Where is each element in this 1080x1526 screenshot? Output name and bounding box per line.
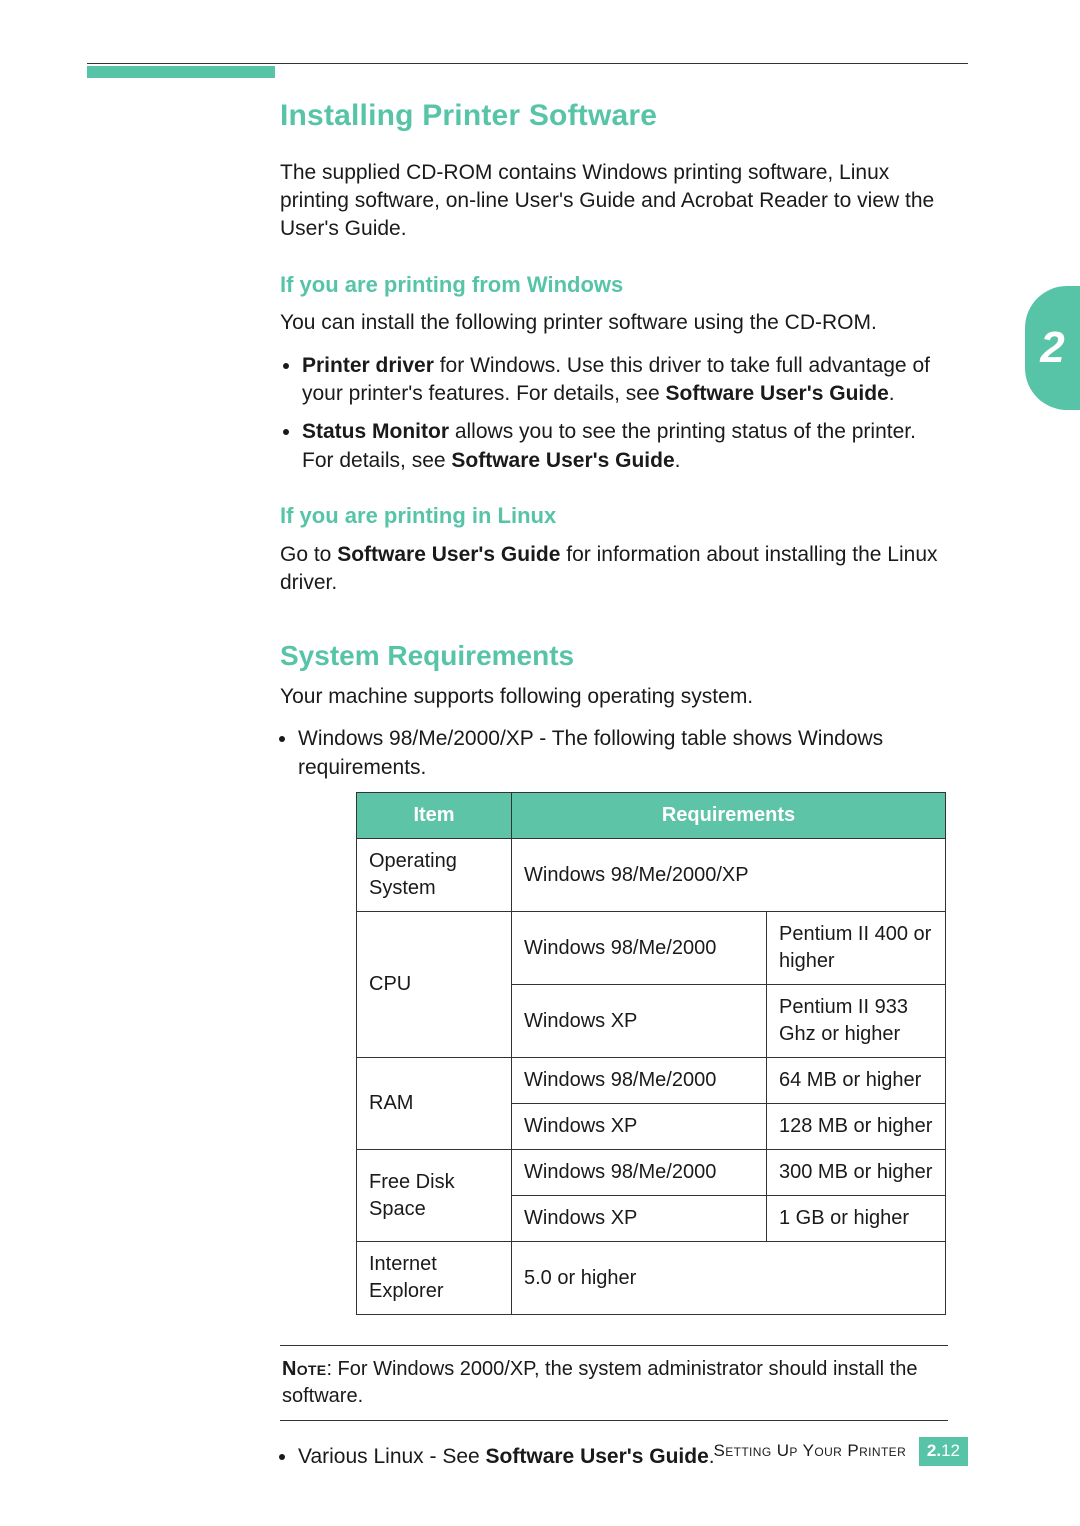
body-text: Go to (280, 543, 337, 566)
bold-text: Status Monitor (302, 420, 449, 443)
cell-item: Operating System (357, 839, 512, 912)
th-item: Item (357, 793, 512, 839)
cell-os: Windows XP (512, 985, 767, 1058)
body-text: . (889, 382, 895, 405)
cell-req: 64 MB or higher (767, 1058, 946, 1104)
windows-bullet-1: Printer driver for Windows. Use this dri… (302, 352, 948, 409)
note-label: Note (282, 1358, 326, 1380)
page-number-badge: 2.12 (919, 1437, 968, 1466)
cell-item: Free Disk Space (357, 1150, 512, 1242)
cell-req: Windows 98/Me/2000/XP (512, 839, 946, 912)
section-marker-bar (87, 66, 275, 78)
cell-req: 5.0 or higher (512, 1242, 946, 1315)
cell-os: Windows 98/Me/2000 (512, 1058, 767, 1104)
page-chapter: 2. (927, 1441, 941, 1460)
windows-subheading: If you are printing from Windows (280, 270, 948, 300)
intro-paragraph: The supplied CD-ROM contains Windows pri… (280, 159, 948, 244)
table-header-row: Item Requirements (357, 793, 946, 839)
windows-intro: You can install the following printer so… (280, 309, 948, 337)
cell-os: Windows 98/Me/2000 (512, 1150, 767, 1196)
cell-item: Internet Explorer (357, 1242, 512, 1315)
footer-section-label: Setting Up Your Printer (713, 1441, 906, 1460)
table-row: Internet Explorer 5.0 or higher (357, 1242, 946, 1315)
sysreq-bullet-list: Windows 98/Me/2000/XP - The following ta… (276, 725, 948, 782)
cell-req: Pentium II 933 Ghz or higher (767, 985, 946, 1058)
windows-bullet-2: Status Monitor allows you to see the pri… (302, 418, 948, 475)
chapter-number: 2 (1040, 318, 1064, 377)
bold-text: Software User's Guide (337, 543, 560, 566)
table-row: RAM Windows 98/Me/2000 64 MB or higher (357, 1058, 946, 1104)
cell-req: Pentium II 400 or higher (767, 912, 946, 985)
cell-os: Windows XP (512, 1196, 767, 1242)
section-title: Installing Printer Software (280, 96, 948, 137)
table-row: CPU Windows 98/Me/2000 Pentium II 400 or… (357, 912, 946, 985)
sysreq-heading: System Requirements (280, 637, 948, 675)
note-text: : For Windows 2000/XP, the system admini… (282, 1358, 917, 1407)
table-row: Operating System Windows 98/Me/2000/XP (357, 839, 946, 912)
linux-subheading: If you are printing in Linux (280, 501, 948, 531)
page-number: 12 (941, 1441, 960, 1460)
bold-text: Software User's Guide (451, 449, 674, 472)
page-content: Installing Printer Software The supplied… (280, 96, 948, 1481)
cell-item: RAM (357, 1058, 512, 1150)
body-text: . (675, 449, 681, 472)
requirements-table: Item Requirements Operating System Windo… (356, 792, 946, 1315)
bold-text: Software User's Guide (666, 382, 889, 405)
bold-text: Printer driver (302, 354, 434, 377)
top-horizontal-rule (87, 63, 968, 64)
cell-req: 300 MB or higher (767, 1150, 946, 1196)
table-row: Free Disk Space Windows 98/Me/2000 300 M… (357, 1150, 946, 1196)
cell-req: 1 GB or higher (767, 1196, 946, 1242)
note-box: Note: For Windows 2000/XP, the system ad… (280, 1345, 948, 1421)
cell-item: CPU (357, 912, 512, 1058)
cell-os: Windows 98/Me/2000 (512, 912, 767, 985)
sysreq-bullet-1: Windows 98/Me/2000/XP - The following ta… (298, 725, 948, 782)
page-footer: Setting Up Your Printer 2.12 (0, 1437, 968, 1466)
chapter-thumb-tab: 2 (1025, 286, 1080, 410)
cell-req: 128 MB or higher (767, 1104, 946, 1150)
sysreq-intro: Your machine supports following operatin… (280, 683, 948, 711)
th-requirements: Requirements (512, 793, 946, 839)
linux-paragraph: Go to Software User's Guide for informat… (280, 541, 948, 598)
windows-bullet-list: Printer driver for Windows. Use this dri… (280, 352, 948, 475)
cell-os: Windows XP (512, 1104, 767, 1150)
